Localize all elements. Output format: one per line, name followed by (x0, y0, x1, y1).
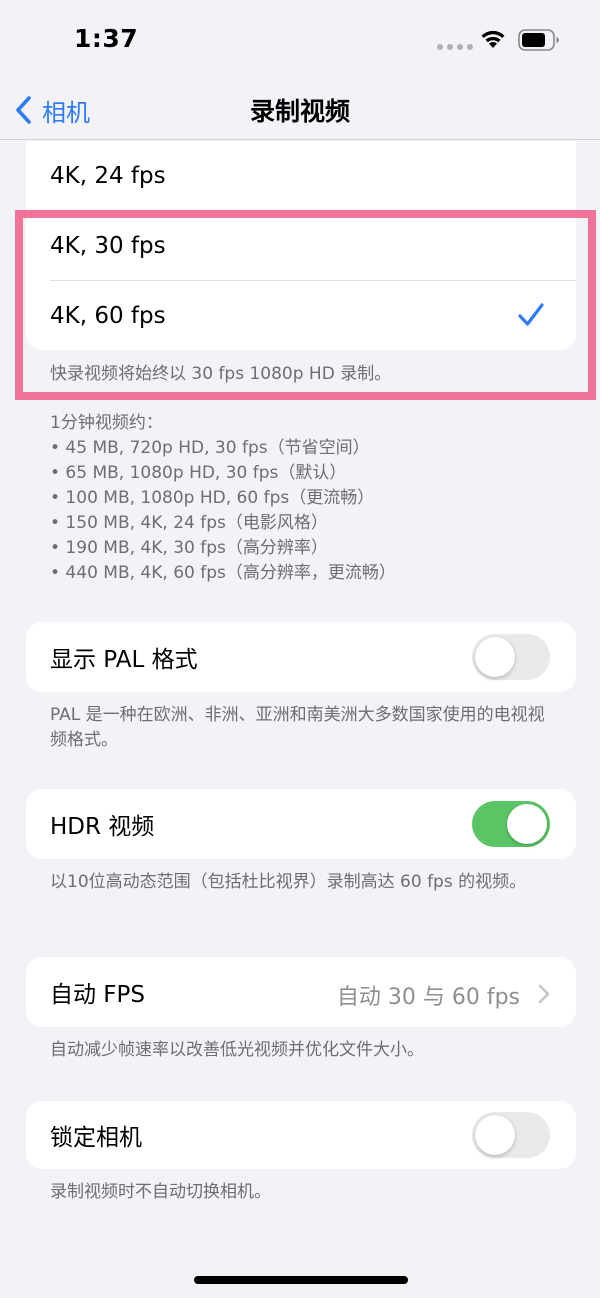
auto-fps-group: 自动 FPS 自动 30 与 60 fps (26, 957, 576, 1027)
lock-camera-toggle[interactable] (472, 1112, 550, 1158)
format-list: 4K, 24 fps 4K, 30 fps 4K, 60 fps (26, 141, 576, 350)
size-info-item: • 100 MB, 1080p HD, 60 fps（更流畅） (50, 488, 375, 508)
pal-group: 显示 PAL 格式 (26, 622, 576, 692)
format-option-label: 4K, 30 fps (50, 233, 166, 259)
hdr-footnote: 以10位高动态范围（包括杜比视界）录制高达 60 fps 的视频。 (50, 872, 527, 892)
page-title: 录制视频 (249, 97, 350, 126)
pal-label: 显示 PAL 格式 (50, 647, 198, 673)
status-bar: 1:37 (0, 0, 600, 80)
size-info-item: • 65 MB, 1080p HD, 30 fps（默认） (50, 463, 347, 483)
hdr-label: HDR 视频 (50, 814, 155, 840)
lock-camera-footnote: 录制视频时不自动切换相机。 (50, 1182, 271, 1202)
format-option-4k-60[interactable]: 4K, 60 fps (26, 281, 576, 350)
wifi-icon (481, 30, 505, 48)
format-option-label: 4K, 24 fps (50, 163, 166, 189)
format-option-4k-30[interactable]: 4K, 30 fps (26, 211, 576, 281)
format-option-label: 4K, 60 fps (50, 302, 166, 329)
size-info: 1分钟视频约： • 45 MB, 720p HD, 30 fps（节省空间） •… (50, 411, 560, 586)
auto-fps-value: 自动 30 与 60 fps (336, 985, 520, 1010)
hdr-row: HDR 视频 (26, 789, 576, 859)
size-info-item: • 190 MB, 4K, 30 fps（高分辨率） (50, 538, 328, 558)
cellular-signal-icon (437, 44, 473, 50)
lock-camera-group: 锁定相机 (26, 1101, 576, 1169)
auto-fps-label: 自动 FPS (50, 982, 146, 1008)
home-indicator[interactable] (194, 1276, 408, 1284)
size-info-item: • 150 MB, 4K, 24 fps（电影风格） (50, 513, 328, 533)
pal-toggle[interactable] (472, 634, 550, 680)
lock-camera-row: 锁定相机 (26, 1101, 576, 1169)
format-footnote: 快录视频将始终以 30 fps 1080p HD 录制。 (50, 364, 392, 384)
lock-camera-label: 锁定相机 (50, 1125, 142, 1151)
status-time: 1:37 (74, 24, 139, 53)
format-option-4k-24[interactable]: 4K, 24 fps (26, 141, 576, 211)
checkmark-icon (518, 303, 544, 326)
size-info-item: • 45 MB, 720p HD, 30 fps（节省空间） (50, 438, 370, 458)
pal-row: 显示 PAL 格式 (26, 622, 576, 692)
pal-footnote: PAL 是一种在欧洲、非洲、亚洲和南美洲大多数国家使用的电视视频格式。 (50, 705, 545, 750)
chevron-right-icon (538, 984, 550, 1004)
hdr-toggle[interactable] (472, 801, 550, 847)
navigation-bar: 相机 录制视频 (0, 80, 600, 140)
hdr-group: HDR 视频 (26, 789, 576, 859)
battery-icon (518, 29, 559, 51)
auto-fps-footnote: 自动减少帧速率以改善低光视频并优化文件大小。 (50, 1040, 424, 1060)
auto-fps-row[interactable]: 自动 FPS 自动 30 与 60 fps (26, 957, 576, 1027)
size-info-item: • 440 MB, 4K, 60 fps（高分辨率，更流畅） (50, 563, 396, 583)
size-info-heading: 1分钟视频约： (50, 413, 163, 433)
